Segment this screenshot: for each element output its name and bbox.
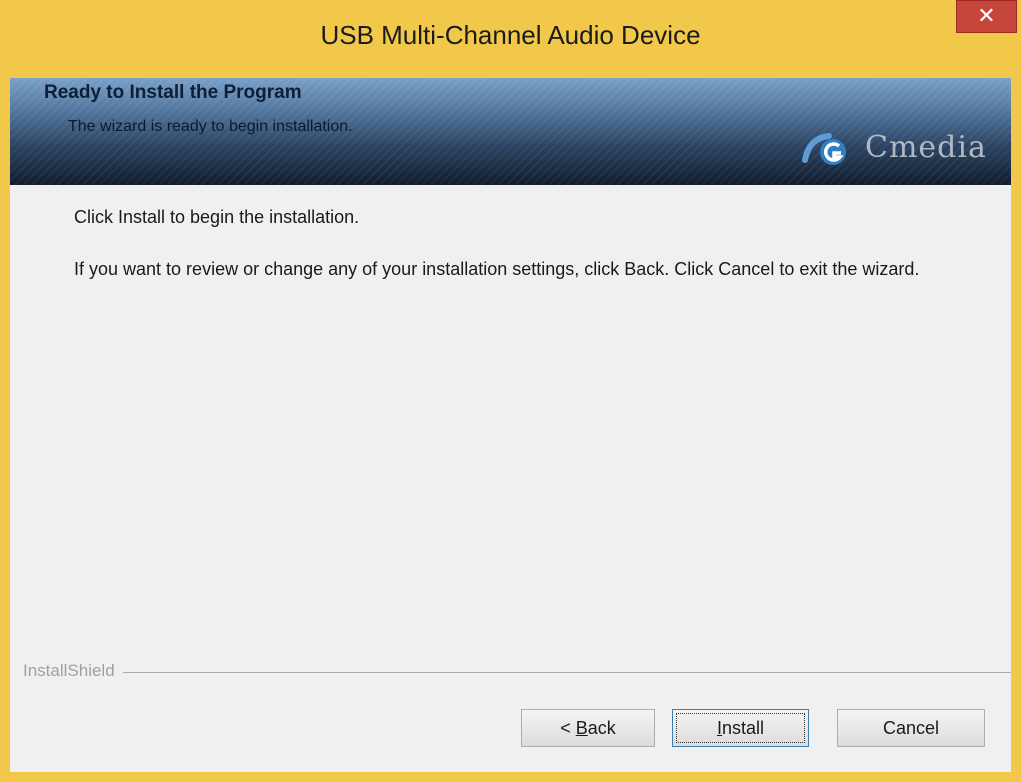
cmedia-logo-icon — [802, 133, 846, 165]
install-button-label-rest: nstall — [721, 718, 765, 738]
window-title: USB Multi-Channel Audio Device — [320, 20, 701, 50]
cancel-button-label: Cancel — [882, 718, 940, 738]
close-icon: ✕ — [977, 3, 996, 28]
intro-text: Click Install to begin the installation. — [74, 207, 360, 227]
back-button-mnemonic: B — [575, 718, 588, 738]
installshield-separator: InstallShield — [23, 661, 1011, 685]
separator-line — [23, 672, 1011, 673]
back-button-prefix: < — [560, 718, 576, 738]
installshield-label: InstallShield — [23, 661, 123, 681]
title-bar[interactable]: USB Multi-Channel Audio Device ✕ — [0, 0, 1021, 78]
cancel-button[interactable]: Cancel — [837, 709, 985, 747]
installer-window: USB Multi-Channel Audio Device ✕ Ready t… — [0, 0, 1021, 782]
back-button[interactable]: < Back — [521, 709, 655, 747]
review-instructions-text: If you want to review or change any of y… — [74, 259, 920, 279]
back-button-label-rest: ack — [587, 718, 616, 738]
logo-text: Cmedia — [865, 130, 987, 165]
close-button[interactable]: ✕ — [956, 0, 1017, 33]
banner-title: Ready to Install the Program — [44, 82, 302, 103]
install-button[interactable]: Install — [672, 709, 809, 747]
wizard-banner: Ready to Install the Program The wizard … — [10, 78, 1011, 185]
banner-subtitle: The wizard is ready to begin installatio… — [68, 118, 353, 135]
wizard-client-area: Ready to Install the Program The wizard … — [10, 78, 1011, 772]
cmedia-logo: Cmedia — [761, 128, 1011, 172]
